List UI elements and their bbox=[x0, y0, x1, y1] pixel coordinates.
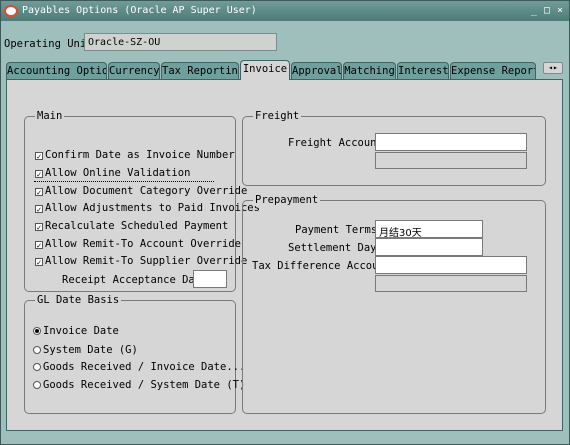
tab-currency[interactable]: Currency bbox=[108, 62, 160, 79]
system-date-radio[interactable]: System Date (G) bbox=[33, 344, 138, 356]
main-group-title: Main bbox=[35, 110, 65, 122]
window-title: Payables Options (Oracle AP Super User) bbox=[22, 5, 257, 16]
radio-icon bbox=[33, 346, 41, 354]
radio-icon bbox=[33, 363, 41, 371]
allow-online-validation-checkbox[interactable]: ✓ Allow Online Validation bbox=[35, 167, 190, 179]
tab-matching[interactable]: Matching bbox=[343, 62, 396, 79]
oracle-logo-icon bbox=[4, 5, 18, 17]
prepayment-title: Prepayment bbox=[253, 194, 321, 206]
invoice-tab-panel: Main ✓ Confirm Date as Invoice Number ✓ Al… bbox=[6, 79, 563, 431]
payables-options-window: Payables Options (Oracle AP Super User) … bbox=[0, 0, 570, 445]
freight-account-description bbox=[375, 152, 527, 169]
settlement-days-field[interactable] bbox=[375, 238, 483, 256]
operating-unit-label: Operating Unit bbox=[4, 38, 93, 50]
checkmark-icon: ✓ bbox=[35, 223, 43, 232]
minimize-icon[interactable]: _ bbox=[528, 4, 540, 17]
invoice-date-radio[interactable]: Invoice Date bbox=[33, 325, 119, 337]
tab-invoice[interactable]: Invoice bbox=[240, 60, 290, 80]
operating-unit-field[interactable]: Oracle-SZ-OU bbox=[84, 33, 277, 51]
checkmark-icon: ✓ bbox=[35, 188, 43, 197]
allow-remit-to-account-override-checkbox[interactable]: ✓ Allow Remit-To Account Override bbox=[35, 238, 241, 250]
gl-date-basis-title: GL Date Basis bbox=[35, 294, 122, 306]
gl-date-basis-group: GL Date Basis bbox=[24, 294, 236, 414]
tax-difference-account-field[interactable] bbox=[375, 256, 527, 274]
confirm-date-checkbox[interactable]: ✓ Confirm Date as Invoice Number bbox=[35, 149, 235, 161]
radio-icon bbox=[33, 381, 41, 389]
freight-title: Freight bbox=[253, 110, 302, 122]
checkmark-icon: ✓ bbox=[35, 241, 43, 250]
title-bar: Payables Options (Oracle AP Super User) … bbox=[1, 1, 569, 21]
maximize-icon[interactable]: □ bbox=[541, 4, 553, 17]
freight-account-label: Freight Account bbox=[288, 137, 383, 149]
tab-interest[interactable]: Interest bbox=[397, 62, 449, 79]
receipt-acceptance-days-field[interactable] bbox=[193, 270, 227, 288]
payment-terms-label: Payment Terms bbox=[295, 224, 378, 236]
recalculate-scheduled-payment-checkbox[interactable]: ✓ Recalculate Scheduled Payment bbox=[35, 220, 228, 232]
tab-expense-report[interactable]: Expense Report bbox=[450, 62, 536, 79]
tax-difference-account-description bbox=[375, 275, 527, 292]
tab-scroll-icon[interactable]: ◂▸ bbox=[543, 62, 563, 74]
allow-document-category-override-checkbox[interactable]: ✓ Allow Document Category Override bbox=[35, 185, 247, 197]
checkmark-icon: ✓ bbox=[35, 170, 43, 179]
focus-indicator bbox=[34, 181, 214, 182]
checkmark-icon: ✓ bbox=[35, 205, 43, 214]
checkmark-icon: ✓ bbox=[35, 152, 43, 161]
tab-approval[interactable]: Approval bbox=[291, 62, 342, 79]
payment-terms-field[interactable]: 月结30天 bbox=[375, 220, 483, 238]
checkmark-icon: ✓ bbox=[35, 258, 43, 267]
tab-accounting-option[interactable]: Accounting Option bbox=[6, 62, 107, 79]
settlement-days-label: Settlement Days bbox=[288, 242, 383, 254]
goods-received-invoice-date-radio[interactable]: Goods Received / Invoice Date... bbox=[33, 361, 245, 373]
freight-account-field[interactable] bbox=[375, 133, 527, 151]
goods-received-system-date-radio[interactable]: Goods Received / System Date (T) bbox=[33, 379, 245, 391]
close-icon[interactable]: × bbox=[554, 4, 566, 17]
tab-tax-reporting[interactable]: Tax Reporting bbox=[161, 62, 239, 79]
freight-group: Freight bbox=[242, 110, 546, 186]
allow-adjustments-checkbox[interactable]: ✓ Allow Adjustments to Paid Invoices bbox=[35, 202, 260, 214]
allow-remit-to-supplier-override-checkbox[interactable]: ✓ Allow Remit-To Supplier Override bbox=[35, 255, 247, 267]
radio-selected-icon bbox=[33, 327, 41, 335]
tax-difference-account-label: Tax Difference Account bbox=[252, 260, 392, 272]
receipt-acceptance-days-label: Receipt Acceptance Days bbox=[62, 274, 208, 286]
